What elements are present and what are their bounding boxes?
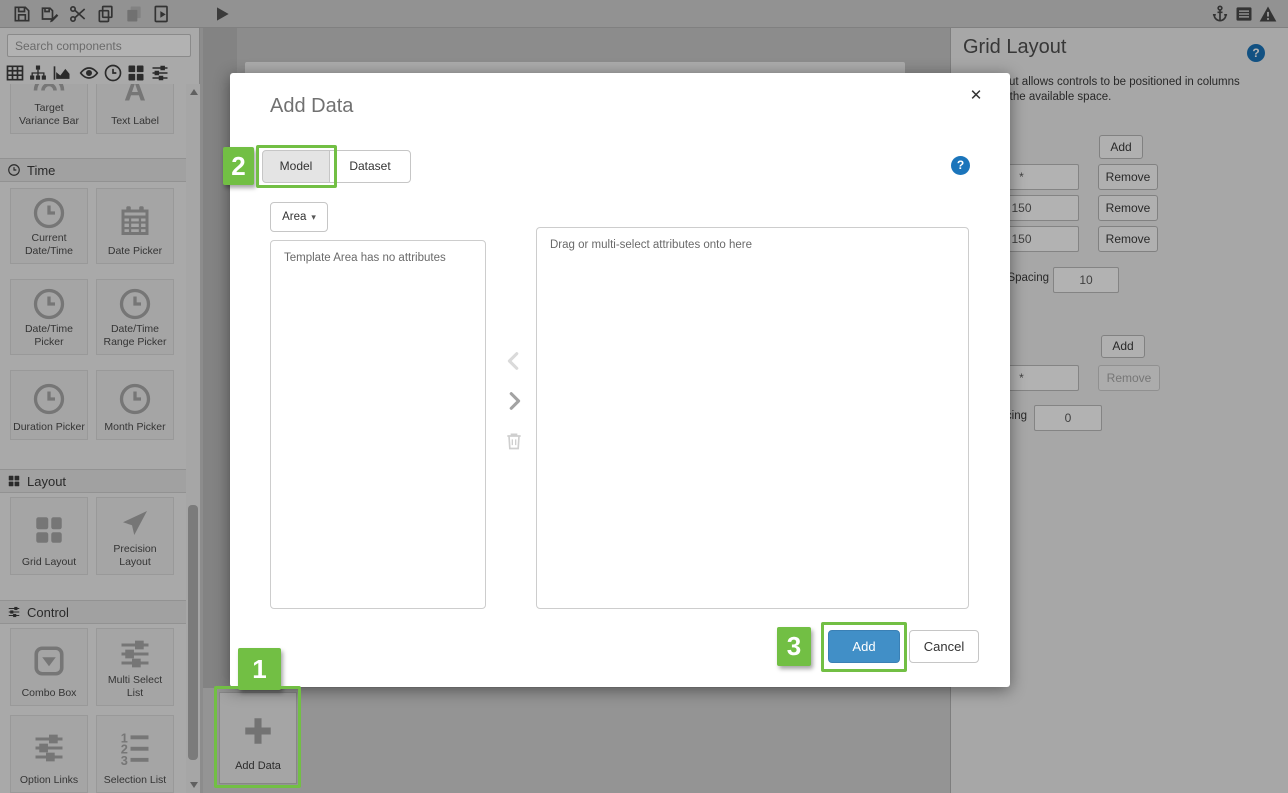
step-highlight-2 — [256, 145, 337, 188]
app-window: Target Variance Bar A Text Label Time Cu… — [0, 0, 1288, 793]
help-icon[interactable]: ? — [951, 156, 970, 175]
step-highlight-1 — [214, 686, 301, 788]
step-highlight-3 — [821, 622, 907, 672]
move-right-icon[interactable] — [503, 390, 525, 412]
add-data-modal: ✕ Add Data Model Dataset ? Area ▾ Templa… — [230, 73, 1010, 687]
cancel-button[interactable]: Cancel — [909, 630, 979, 663]
step-badge-3: 3 — [777, 627, 811, 666]
step-badge-2: 2 — [223, 147, 254, 185]
area-dropdown-label: Area — [282, 211, 307, 223]
tab-dataset[interactable]: Dataset — [329, 150, 411, 183]
target-list-hint: Drag or multi-select attributes onto her… — [550, 239, 752, 251]
caret-down-icon: ▾ — [311, 211, 316, 222]
trash-icon — [504, 430, 524, 452]
move-left-icon — [503, 350, 525, 372]
step-badge-1: 1 — [238, 648, 281, 690]
target-attributes-list[interactable]: Drag or multi-select attributes onto her… — [536, 227, 969, 609]
modal-title: Add Data — [270, 95, 354, 117]
area-dropdown[interactable]: Area ▾ — [270, 202, 328, 232]
source-list-empty-text: Template Area has no attributes — [284, 252, 446, 264]
close-icon[interactable]: ✕ — [965, 85, 987, 107]
source-attributes-list[interactable]: Template Area has no attributes — [270, 240, 486, 609]
